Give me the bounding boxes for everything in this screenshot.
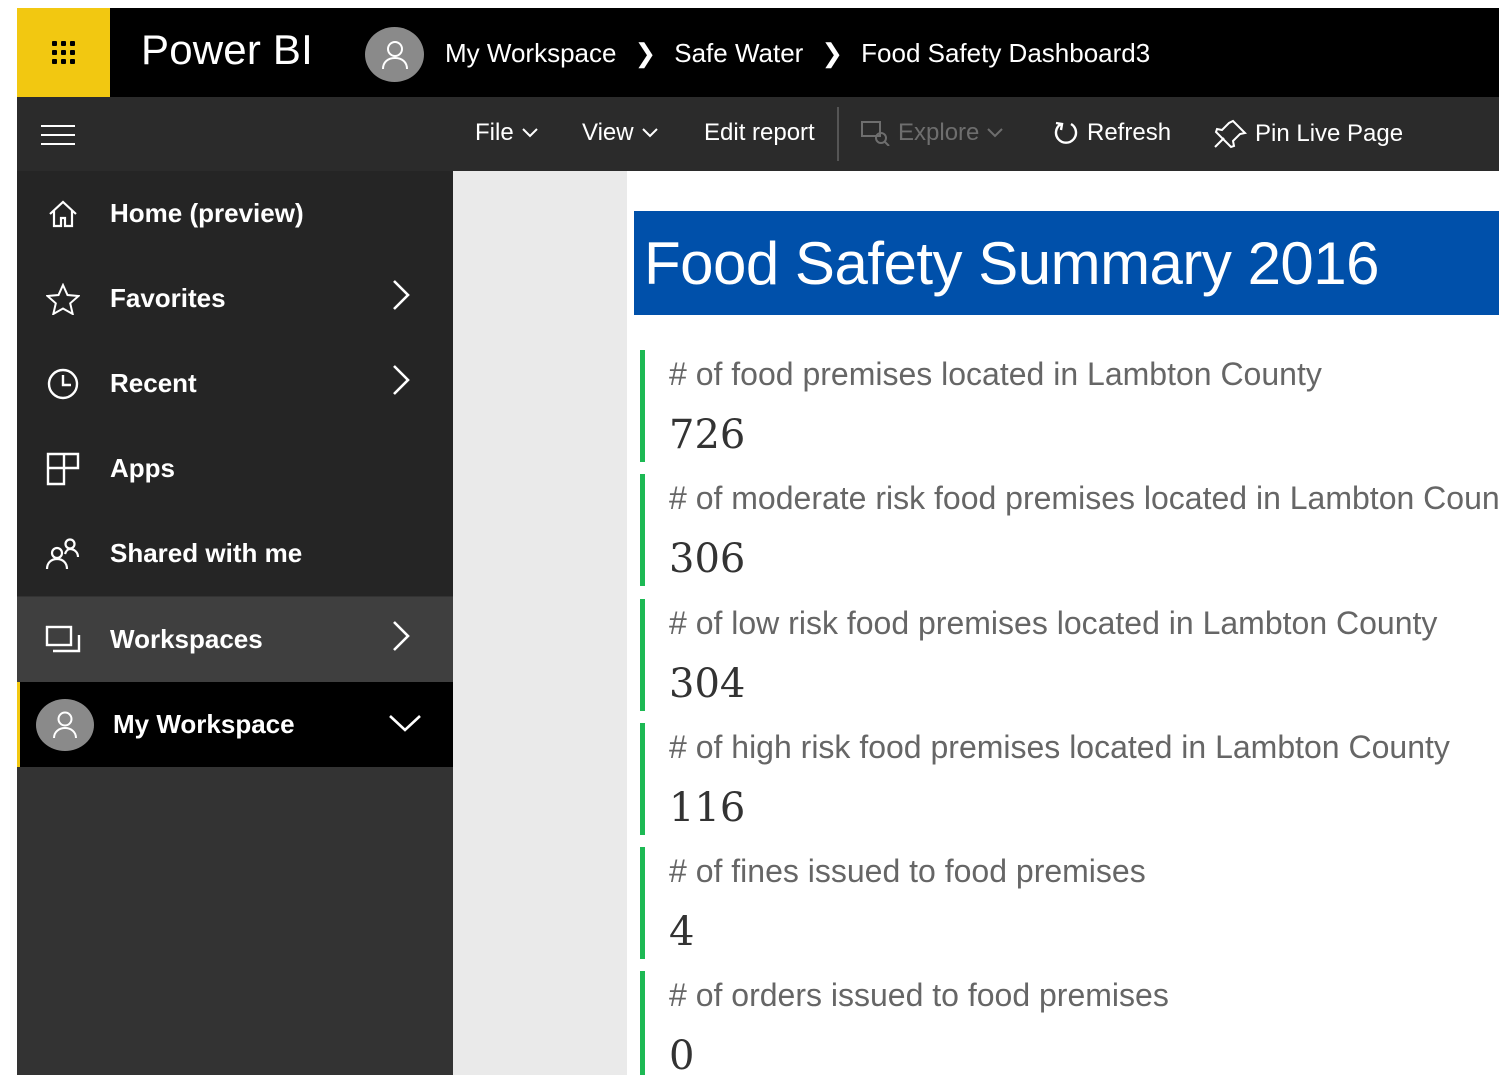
report-canvas: Food Safety Summary 2016 # of food premi…	[453, 171, 1499, 1075]
avatar	[36, 698, 94, 751]
nav-shared-with-me[interactable]: Shared with me	[17, 511, 453, 596]
nav-shared-label: Shared with me	[110, 538, 303, 568]
kpi-value: 0	[669, 1033, 695, 1075]
shared-icon	[43, 534, 83, 574]
view-menu-label: View	[582, 119, 634, 146]
app-launcher-button[interactable]	[17, 8, 110, 97]
kpi-label: # of food premises located in Lambton Co…	[669, 356, 1322, 392]
kpi-card[interactable]: # of high risk food premises located in …	[640, 723, 1499, 835]
chevron-right-icon: ❯	[821, 38, 844, 68]
pin-live-page-button[interactable]: Pin Live Page	[1213, 119, 1403, 149]
chevron-right-icon	[391, 364, 411, 403]
report-title-banner: Food Safety Summary 2016	[634, 211, 1499, 315]
top-bar: Power BI My Workspace ❯ Safe Water ❯ Foo…	[17, 8, 1499, 97]
chevron-right-icon: ❯	[634, 38, 657, 68]
kpi-card[interactable]: # of moderate risk food premises located…	[640, 474, 1499, 586]
workspaces-icon	[43, 620, 83, 660]
nav-home-label: Home (preview)	[110, 198, 304, 228]
person-icon	[53, 711, 77, 738]
refresh-button[interactable]: Refresh	[1053, 119, 1171, 147]
kpi-value: 304	[669, 661, 746, 707]
chevron-down-icon	[987, 128, 1004, 138]
nav-apps-label: Apps	[110, 453, 175, 483]
kpi-card[interactable]: # of food premises located in Lambton Co…	[640, 350, 1499, 462]
kpi-label: # of orders issued to food premises	[669, 977, 1169, 1013]
breadcrumb-dashboard[interactable]: Food Safety Dashboard3	[861, 38, 1150, 69]
refresh-icon	[1054, 121, 1078, 144]
nav-favorites[interactable]: Favorites	[17, 256, 453, 341]
nav-workspaces[interactable]: Workspaces	[17, 597, 453, 682]
chevron-down-icon	[641, 128, 658, 138]
app-name[interactable]: Power BI	[141, 26, 313, 74]
home-icon	[43, 194, 83, 234]
breadcrumb-my-workspace[interactable]: My Workspace	[445, 38, 616, 69]
kpi-card[interactable]: # of fines issued to food premises 4	[640, 847, 1499, 959]
pin-live-page-label: Pin Live Page	[1255, 120, 1404, 147]
report-page: Food Safety Summary 2016 # of food premi…	[627, 171, 1499, 1075]
power-bi-window: Power BI My Workspace ❯ Safe Water ❯ Foo…	[17, 8, 1499, 1075]
kpi-label: # of high risk food premises located in …	[669, 729, 1450, 765]
person-icon	[381, 40, 408, 69]
file-menu-button[interactable]: File	[475, 119, 538, 147]
nav-workspaces-label: Workspaces	[110, 624, 263, 654]
nav-recent-label: Recent	[110, 368, 197, 398]
kpi-card[interactable]: # of orders issued to food premises 0	[640, 971, 1499, 1075]
explore-icon	[861, 121, 890, 146]
report-title: Food Safety Summary 2016	[644, 230, 1380, 297]
command-bar: File View Edit report Explore Refresh Pi…	[17, 97, 1499, 171]
nav-my-workspace-label: My Workspace	[113, 709, 295, 739]
apps-icon	[43, 449, 83, 489]
kpi-value: 306	[669, 536, 746, 582]
kpi-card[interactable]: # of low risk food premises located in L…	[640, 599, 1499, 711]
nav-pane: Home (preview) Favorites Recent Apps Sha…	[17, 171, 456, 1075]
refresh-label: Refresh	[1087, 119, 1172, 146]
chevron-down-icon[interactable]	[388, 709, 422, 740]
kpi-value: 4	[669, 909, 695, 955]
file-menu-label: File	[475, 119, 514, 146]
explore-label: Explore	[898, 119, 980, 146]
chevron-down-icon	[521, 128, 538, 138]
edit-report-label: Edit report	[704, 119, 815, 146]
kpi-label: # of moderate risk food premises located…	[669, 480, 1499, 516]
star-icon	[43, 279, 83, 319]
pin-icon	[1214, 119, 1247, 149]
divider	[837, 107, 839, 161]
nav-favorites-label: Favorites	[110, 283, 226, 313]
breadcrumb: My Workspace ❯ Safe Water ❯ Food Safety …	[445, 38, 1150, 69]
nav-my-workspace[interactable]: My Workspace	[17, 682, 456, 767]
explore-menu-button[interactable]: Explore	[860, 119, 1004, 147]
kpi-value: 726	[669, 412, 746, 458]
kpi-value: 116	[669, 785, 746, 831]
edit-report-button[interactable]: Edit report	[704, 119, 815, 147]
view-menu-button[interactable]: View	[582, 119, 658, 147]
kpi-label: # of fines issued to food premises	[669, 853, 1146, 889]
workspace-avatar	[365, 27, 424, 82]
chevron-right-icon	[391, 279, 411, 318]
hamburger-menu-icon[interactable]	[41, 125, 75, 152]
chevron-right-icon	[391, 620, 411, 659]
nav-apps[interactable]: Apps	[17, 426, 453, 511]
waffle-icon	[52, 41, 75, 64]
kpi-label: # of low risk food premises located in L…	[669, 605, 1438, 641]
breadcrumb-safe-water[interactable]: Safe Water	[674, 38, 803, 69]
nav-recent[interactable]: Recent	[17, 341, 453, 426]
nav-home[interactable]: Home (preview)	[17, 171, 453, 256]
clock-icon	[43, 364, 83, 404]
